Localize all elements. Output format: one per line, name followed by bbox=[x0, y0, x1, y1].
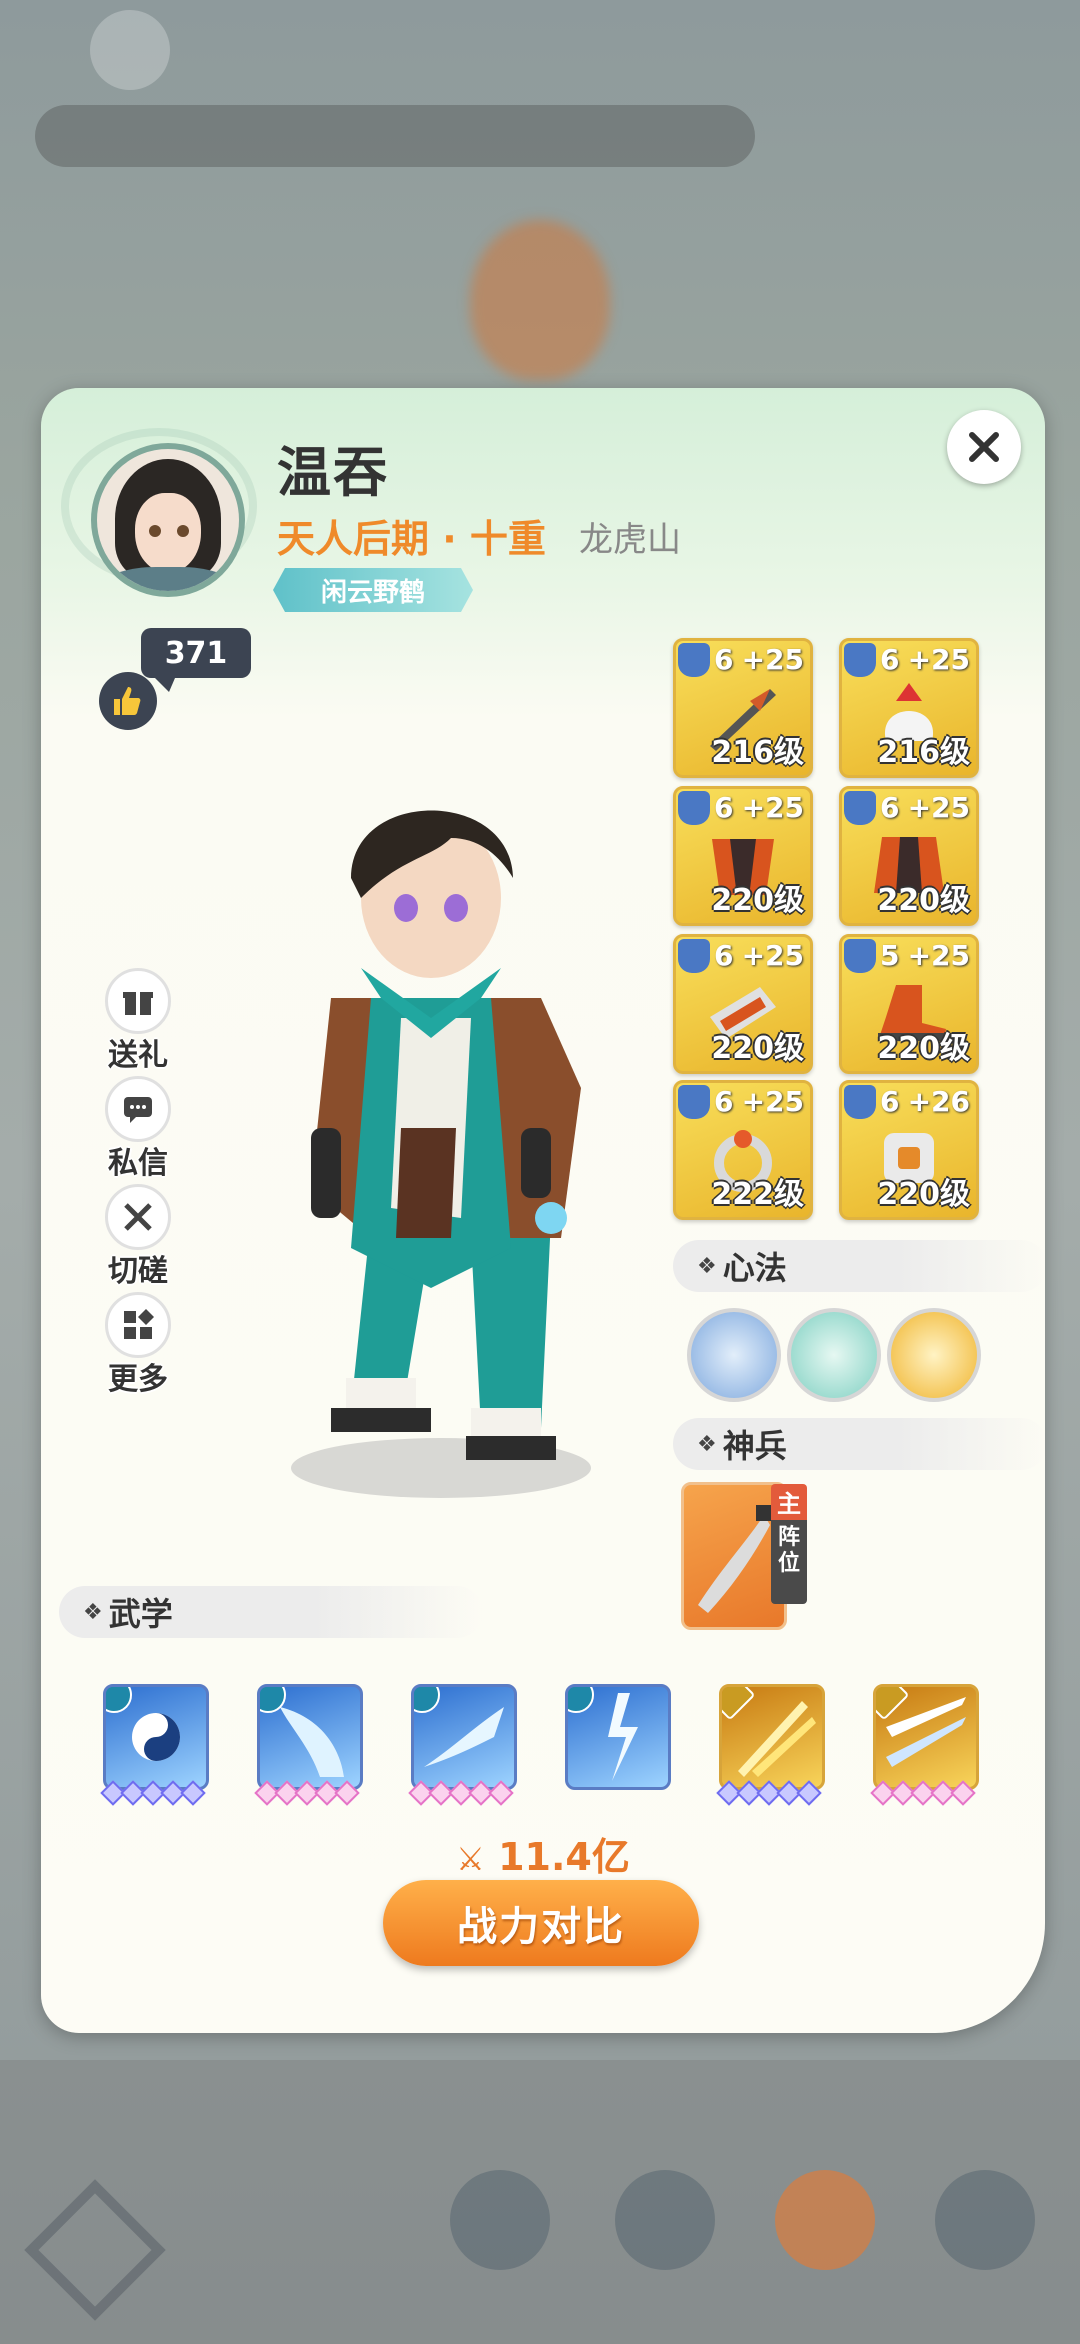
xinfa-skill-2[interactable] bbox=[787, 1308, 881, 1402]
equip-star: 6 bbox=[714, 1085, 734, 1118]
equip-level: 220级 bbox=[711, 1031, 804, 1066]
shield-gem-icon bbox=[678, 643, 710, 677]
bg-decor bbox=[90, 10, 170, 90]
martial-skill-5[interactable] bbox=[716, 1684, 825, 1808]
equip-enhance: +25 bbox=[741, 1085, 804, 1118]
thumbs-up-icon bbox=[114, 687, 141, 715]
more-icon bbox=[105, 1292, 171, 1358]
shield-gem-icon bbox=[844, 791, 876, 825]
equip-star: 6 bbox=[880, 791, 900, 824]
duel-button[interactable]: 切磋 bbox=[93, 1184, 183, 1290]
gift-icon bbox=[105, 968, 171, 1034]
message-label: 私信 bbox=[108, 1146, 168, 1181]
shield-gem-icon bbox=[678, 791, 710, 825]
equipment-slot[interactable]: 6 +25 220级 bbox=[839, 786, 979, 926]
diamond-icon: ❖ bbox=[697, 1431, 717, 1457]
equip-star: 5 bbox=[880, 939, 900, 972]
equip-star: 6 bbox=[880, 1085, 900, 1118]
equip-enhance: +26 bbox=[907, 1085, 970, 1118]
section-xinfa: ❖ 心法 bbox=[673, 1240, 1045, 1292]
equipment-slot[interactable]: 6 +25 216级 bbox=[673, 638, 813, 778]
equip-level: 220级 bbox=[711, 883, 804, 918]
martial-skill-3[interactable] bbox=[408, 1684, 517, 1808]
equip-enhance: +25 bbox=[741, 791, 804, 824]
section-shenbing: ❖ 神兵 bbox=[673, 1418, 1045, 1470]
shield-gem-icon bbox=[844, 1085, 876, 1119]
equip-level: 220级 bbox=[877, 883, 970, 918]
martial-skill-1[interactable] bbox=[100, 1684, 209, 1808]
equip-star: 6 bbox=[880, 643, 900, 676]
equipment-slot[interactable]: 6 +25 220级 bbox=[673, 934, 813, 1074]
section-wuxue-label: 武学 bbox=[108, 1595, 173, 1633]
like-button[interactable] bbox=[99, 672, 157, 730]
weapon-pos-label: 阵位 bbox=[777, 1525, 800, 1576]
shield-gem-icon bbox=[678, 939, 710, 973]
section-xinfa-label: 心法 bbox=[722, 1249, 787, 1287]
equipment-slot[interactable]: 6 +25 220级 bbox=[673, 786, 813, 926]
weapon-main-label: 主 bbox=[777, 1490, 801, 1518]
bg-nav-button bbox=[615, 2170, 715, 2270]
equip-star: 6 bbox=[714, 643, 734, 676]
chat-icon bbox=[105, 1076, 171, 1142]
martial-skill-6[interactable] bbox=[870, 1684, 979, 1808]
martial-skill-4[interactable] bbox=[565, 1684, 671, 1808]
bg-resource-bar bbox=[35, 105, 755, 167]
title-badge[interactable]: 闲云野鹤 bbox=[273, 568, 473, 612]
player-info-panel: 温吞 天人后期 · 十重 龙虎山 闲云野鹤 371 送礼 私信 切磋 更多 6 … bbox=[41, 388, 1045, 2033]
equip-level: 216级 bbox=[877, 735, 970, 770]
avatar[interactable] bbox=[91, 443, 245, 597]
more-button[interactable]: 更多 bbox=[93, 1292, 183, 1398]
equipment-slot[interactable]: 6 +26 220级 bbox=[839, 1080, 979, 1220]
equipment-slot[interactable]: 5 +25 220级 bbox=[839, 934, 979, 1074]
diamond-icon: ❖ bbox=[83, 1599, 103, 1625]
shield-gem-icon bbox=[844, 939, 876, 973]
blade-icon bbox=[698, 1505, 772, 1613]
equip-level: 216级 bbox=[711, 735, 804, 770]
equip-star: 6 bbox=[714, 939, 734, 972]
crossed-swords-icon bbox=[105, 1184, 171, 1250]
section-shenbing-label: 神兵 bbox=[722, 1427, 787, 1465]
equip-enhance: +25 bbox=[741, 643, 804, 676]
combat-power-value: 11.4亿 bbox=[498, 1835, 630, 1879]
close-icon bbox=[969, 432, 999, 462]
like-count: 371 bbox=[141, 628, 251, 692]
gift-button[interactable]: 送礼 bbox=[93, 968, 183, 1074]
player-name: 温吞 bbox=[277, 441, 389, 504]
equip-enhance: +25 bbox=[907, 791, 970, 824]
equip-level: 220级 bbox=[877, 1177, 970, 1212]
equip-enhance: +25 bbox=[741, 939, 804, 972]
shield-gem-icon bbox=[678, 1085, 710, 1119]
section-wuxue: ❖ 武学 bbox=[59, 1586, 483, 1638]
bg-decor bbox=[470, 220, 610, 380]
duel-label: 切磋 bbox=[108, 1254, 168, 1289]
more-label: 更多 bbox=[108, 1362, 168, 1397]
diamond-icon: ❖ bbox=[697, 1253, 717, 1279]
bg-nav-button bbox=[775, 2170, 875, 2270]
equip-star: 6 bbox=[714, 791, 734, 824]
message-button[interactable]: 私信 bbox=[93, 1076, 183, 1182]
player-realm: 天人后期 · 十重 bbox=[277, 517, 546, 561]
shield-gem-icon bbox=[844, 643, 876, 677]
gift-label: 送礼 bbox=[108, 1038, 168, 1073]
bg-nav-button bbox=[935, 2170, 1035, 2270]
character-model bbox=[291, 810, 591, 1498]
martial-skill-2[interactable] bbox=[254, 1684, 363, 1808]
combat-power: ⚔ 11.4亿 bbox=[41, 1826, 1045, 1881]
bg-nav-button bbox=[450, 2170, 550, 2270]
weapon-position-tag: 主 阵位 bbox=[771, 1484, 807, 1604]
equip-level: 220级 bbox=[877, 1031, 970, 1066]
equipment-slot[interactable]: 6 +25 216级 bbox=[839, 638, 979, 778]
equip-level: 222级 bbox=[711, 1177, 804, 1212]
compare-power-button[interactable]: 战力对比 bbox=[383, 1880, 699, 1966]
player-sect: 龙虎山 bbox=[579, 520, 681, 560]
equipment-slot[interactable]: 6 +25 222级 bbox=[673, 1080, 813, 1220]
equip-enhance: +25 bbox=[907, 939, 970, 972]
xinfa-skill-1[interactable] bbox=[687, 1308, 781, 1402]
crossed-swords-icon: ⚔ bbox=[456, 1840, 485, 1878]
equip-enhance: +25 bbox=[907, 643, 970, 676]
xinfa-skill-3[interactable] bbox=[887, 1308, 981, 1402]
close-button[interactable] bbox=[947, 410, 1021, 484]
